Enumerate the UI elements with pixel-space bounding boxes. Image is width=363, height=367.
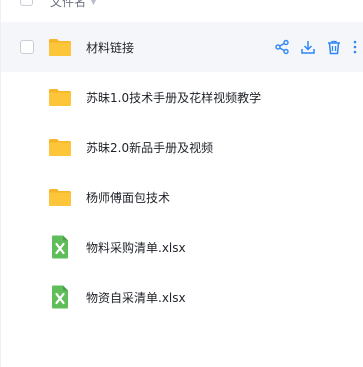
list-item[interactable]: 杨师傅面包技术 (1, 172, 363, 222)
file-name[interactable]: 物料采购清单.xlsx (86, 239, 186, 256)
folder-icon (49, 189, 71, 206)
file-name[interactable]: 杨师傅面包技术 (86, 189, 170, 206)
list-item[interactable]: 苏昧2.0新品手册及视频 (1, 122, 363, 172)
list-item[interactable]: 物资自采清单.xlsx (1, 272, 363, 322)
more-icon[interactable] (352, 39, 358, 55)
list-item[interactable]: 物料采购清单.xlsx (1, 222, 363, 272)
share-icon[interactable] (274, 39, 290, 55)
folder-icon (49, 139, 71, 156)
excel-icon (52, 285, 68, 309)
row-checkbox[interactable] (20, 40, 34, 54)
file-name[interactable]: 苏昧1.0技术手册及花样视频教学 (86, 89, 261, 106)
delete-icon[interactable] (326, 39, 342, 55)
name-column-header[interactable]: 文件名 ▼ (50, 0, 97, 10)
sort-down-icon[interactable]: ▼ (90, 0, 97, 7)
folder-icon (49, 39, 71, 56)
list-item[interactable]: 苏昧1.0技术手册及花样视频教学 (1, 72, 363, 122)
file-list-header: 文件名 ▼ (1, 0, 363, 11)
file-name[interactable]: 物资自采清单.xlsx (86, 289, 186, 306)
download-icon[interactable] (300, 39, 316, 55)
list-item[interactable]: 材料链接 (1, 22, 363, 72)
folder-icon (49, 89, 71, 106)
file-name[interactable]: 苏昧2.0新品手册及视频 (86, 139, 213, 156)
row-actions (274, 39, 358, 55)
name-column-label: 文件名 (50, 0, 87, 9)
excel-icon (52, 235, 68, 259)
file-name[interactable]: 材料链接 (86, 39, 134, 56)
file-list-panel: 文件名 ▼ 材料链接 苏昧1.0技术手册及花样视频教学 苏昧2.0新品手册及视频… (0, 0, 363, 367)
select-all-checkbox[interactable] (20, 0, 33, 6)
